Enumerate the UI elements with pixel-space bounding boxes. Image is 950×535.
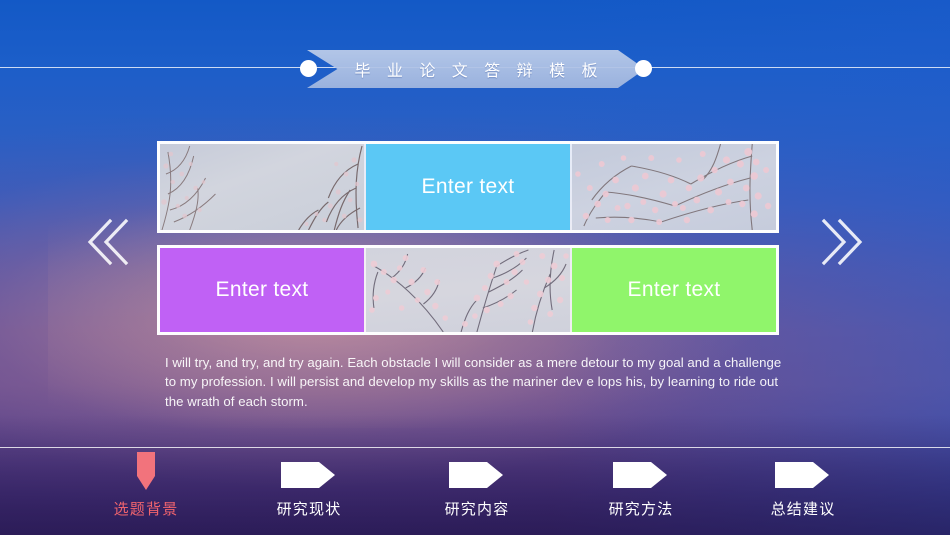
- content-grid-row-2: Enter text Enter text: [157, 245, 779, 335]
- nav-item-label: 总结建议: [770, 501, 836, 518]
- arrow-right-icon: [234, 452, 384, 494]
- grid-cell-photo-3[interactable]: [366, 248, 570, 332]
- body-paragraph: I will try, and try, and try again. Each…: [165, 355, 782, 409]
- nav-item-3[interactable]: 研究内容: [402, 452, 552, 519]
- arrow-down-icon: [71, 452, 221, 494]
- nav-item-label: 研究现状: [276, 501, 342, 518]
- slide-canvas: 毕 业 论 文 答 辩 模 板 Enter text Enter text En…: [0, 0, 950, 535]
- grid-cell-label: Enter text: [215, 278, 309, 301]
- grid-cell-label: Enter text: [627, 278, 721, 301]
- photo-branches: [575, 144, 772, 230]
- nav-item-1[interactable]: 选题背景: [71, 452, 221, 519]
- nav-item-label: 研究方法: [608, 501, 674, 518]
- title-banner-shape: 毕 业 论 文 答 辩 模 板: [307, 50, 645, 88]
- nav-item-2[interactable]: 研究现状: [234, 452, 384, 519]
- nav-item-4[interactable]: 研究方法: [566, 452, 716, 519]
- grid-cell-photo-2[interactable]: [572, 144, 776, 230]
- arrow-right-icon: [566, 452, 716, 494]
- grid-cell-label: Enter text: [421, 175, 515, 198]
- arrow-right-icon: [728, 452, 878, 494]
- nav-item-label: 研究内容: [444, 501, 510, 518]
- title-banner: 毕 业 论 文 答 辩 模 板: [300, 50, 652, 88]
- nav-item-5[interactable]: 总结建议: [728, 452, 878, 519]
- footer-divider-line: [0, 447, 950, 448]
- photo-branches: [369, 249, 569, 332]
- page-title: 毕 业 论 文 答 辩 模 板: [354, 63, 604, 80]
- grid-cell-color-purple[interactable]: Enter text: [160, 248, 364, 332]
- grid-cell-color-green[interactable]: Enter text: [572, 248, 776, 332]
- photo-branches: [161, 145, 363, 230]
- arrow-right-icon: [402, 452, 552, 494]
- bottom-nav: 选题背景 研究现状 研究内容 研究方法 总结建议: [0, 452, 950, 535]
- chevron-double-left-icon[interactable]: [84, 215, 130, 269]
- banner-dot-right-icon: [635, 60, 652, 77]
- grid-cell-photo-1[interactable]: [160, 144, 364, 230]
- chevron-double-right-icon[interactable]: [820, 215, 866, 269]
- grid-cell-color-blue[interactable]: Enter text: [366, 144, 570, 230]
- banner-dot-left-icon: [300, 60, 317, 77]
- content-grid-row-1: Enter text: [157, 141, 779, 233]
- nav-item-label: 选题背景: [113, 501, 179, 518]
